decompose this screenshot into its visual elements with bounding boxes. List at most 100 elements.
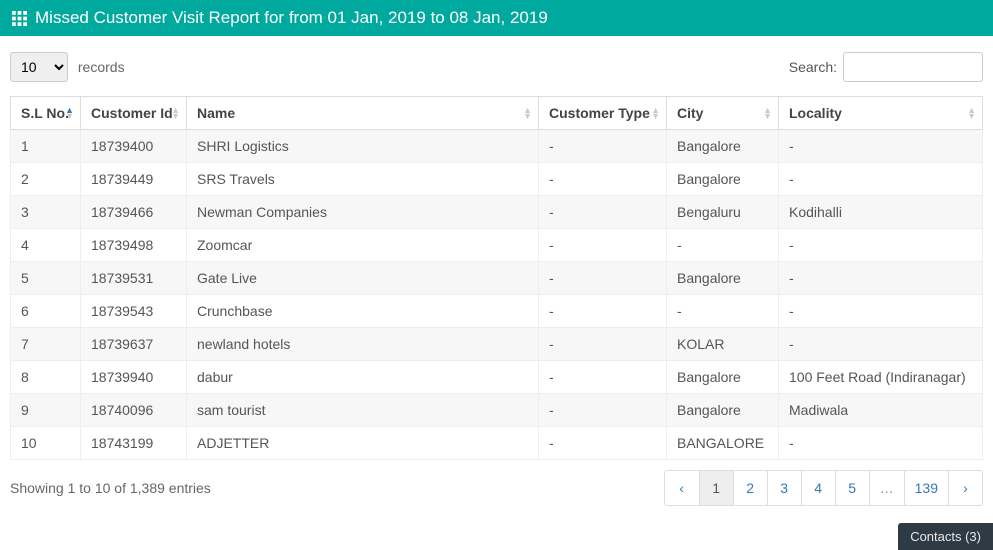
cell-name: Newman Companies [187, 196, 539, 229]
table-row: 318739466Newman Companies-BengaluruKodih… [11, 196, 983, 229]
cell-id: 18739498 [81, 229, 187, 262]
sort-icon: ▲▼ [65, 107, 74, 119]
page-last[interactable]: 139 [904, 471, 948, 505]
sort-icon: ▲▼ [967, 107, 976, 119]
cell-loc: - [779, 328, 983, 361]
cell-id: 18739543 [81, 295, 187, 328]
cell-name: Gate Live [187, 262, 539, 295]
search-input[interactable] [843, 52, 983, 82]
cell-name: newland hotels [187, 328, 539, 361]
cell-sl: 6 [11, 295, 81, 328]
cell-name: sam tourist [187, 394, 539, 427]
records-per-page-select[interactable]: 102550100 [10, 52, 68, 82]
cell-type: - [539, 328, 667, 361]
cell-city: Bangalore [667, 394, 779, 427]
cell-city: Bangalore [667, 163, 779, 196]
page-1[interactable]: 1 [699, 471, 733, 505]
cell-loc: - [779, 295, 983, 328]
sort-icon: ▲▼ [523, 107, 532, 119]
cell-loc: - [779, 427, 983, 460]
table-row: 418739498Zoomcar--- [11, 229, 983, 262]
cell-id: 18739466 [81, 196, 187, 229]
cell-sl: 4 [11, 229, 81, 262]
cell-sl: 7 [11, 328, 81, 361]
cell-city: KOLAR [667, 328, 779, 361]
cell-sl: 9 [11, 394, 81, 427]
cell-name: ADJETTER [187, 427, 539, 460]
panel-header: Missed Customer Visit Report for from 01… [0, 0, 993, 36]
cell-loc: Kodihalli [779, 196, 983, 229]
table-info: Showing 1 to 10 of 1,389 entries [10, 480, 211, 496]
cell-type: - [539, 394, 667, 427]
cell-city: BANGALORE [667, 427, 779, 460]
cell-type: - [539, 163, 667, 196]
length-control: 102550100 records [10, 52, 125, 82]
table-row: 218739449SRS Travels-Bangalore- [11, 163, 983, 196]
page-title: Missed Customer Visit Report for from 01… [35, 8, 548, 28]
page-prev[interactable]: ‹ [665, 471, 699, 505]
cell-type: - [539, 229, 667, 262]
sort-icon: ▲▼ [763, 107, 772, 119]
col-header-name[interactable]: Name ▲▼ [187, 97, 539, 130]
cell-name: dabur [187, 361, 539, 394]
sort-icon: ▲▼ [651, 107, 660, 119]
report-table: S.L No. ▲▼ Customer Id ▲▼ Name ▲▼ Custom… [10, 96, 983, 460]
cell-sl: 2 [11, 163, 81, 196]
cell-id: 18743199 [81, 427, 187, 460]
cell-type: - [539, 361, 667, 394]
col-header-customer-id[interactable]: Customer Id ▲▼ [81, 97, 187, 130]
cell-loc: - [779, 130, 983, 163]
page-5[interactable]: 5 [835, 471, 869, 505]
cell-sl: 8 [11, 361, 81, 394]
cell-sl: 1 [11, 130, 81, 163]
page-4[interactable]: 4 [801, 471, 835, 505]
cell-type: - [539, 262, 667, 295]
cell-loc: 100 Feet Road (Indiranagar) [779, 361, 983, 394]
page-2[interactable]: 2 [733, 471, 767, 505]
cell-name: Crunchbase [187, 295, 539, 328]
col-header-customer-type[interactable]: Customer Type ▲▼ [539, 97, 667, 130]
cell-sl: 3 [11, 196, 81, 229]
sort-icon: ▲▼ [171, 107, 180, 119]
cell-id: 18739531 [81, 262, 187, 295]
cell-type: - [539, 427, 667, 460]
cell-loc: - [779, 163, 983, 196]
cell-city: Bangalore [667, 361, 779, 394]
col-header-city[interactable]: City ▲▼ [667, 97, 779, 130]
table-row: 918740096sam tourist-BangaloreMadiwala [11, 394, 983, 427]
cell-sl: 10 [11, 427, 81, 460]
col-header-slno[interactable]: S.L No. ▲▼ [11, 97, 81, 130]
table-row: 118739400SHRI Logistics-Bangalore- [11, 130, 983, 163]
records-label: records [78, 59, 125, 75]
cell-type: - [539, 295, 667, 328]
cell-name: SHRI Logistics [187, 130, 539, 163]
cell-sl: 5 [11, 262, 81, 295]
cell-id: 18739637 [81, 328, 187, 361]
cell-type: - [539, 130, 667, 163]
cell-name: Zoomcar [187, 229, 539, 262]
cell-id: 18739940 [81, 361, 187, 394]
cell-loc: - [779, 262, 983, 295]
cell-city: - [667, 295, 779, 328]
pagination: ‹12345…139› [664, 470, 983, 506]
cell-type: - [539, 196, 667, 229]
cell-city: Bangalore [667, 262, 779, 295]
cell-city: - [667, 229, 779, 262]
search-label: Search: [789, 59, 837, 75]
page-3[interactable]: 3 [767, 471, 801, 505]
table-row: 618739543Crunchbase--- [11, 295, 983, 328]
cell-city: Bengaluru [667, 196, 779, 229]
table-row: 718739637newland hotels-KOLAR- [11, 328, 983, 361]
cell-id: 18740096 [81, 394, 187, 427]
page-next[interactable]: › [948, 471, 982, 505]
cell-id: 18739449 [81, 163, 187, 196]
cell-name: SRS Travels [187, 163, 539, 196]
cell-loc: Madiwala [779, 394, 983, 427]
contacts-tab[interactable]: Contacts (3) [898, 523, 993, 550]
table-row: 1018743199ADJETTER-BANGALORE- [11, 427, 983, 460]
col-header-locality[interactable]: Locality ▲▼ [779, 97, 983, 130]
cell-id: 18739400 [81, 130, 187, 163]
page-ellipsis: … [869, 471, 904, 505]
cell-city: Bangalore [667, 130, 779, 163]
table-row: 518739531Gate Live-Bangalore- [11, 262, 983, 295]
